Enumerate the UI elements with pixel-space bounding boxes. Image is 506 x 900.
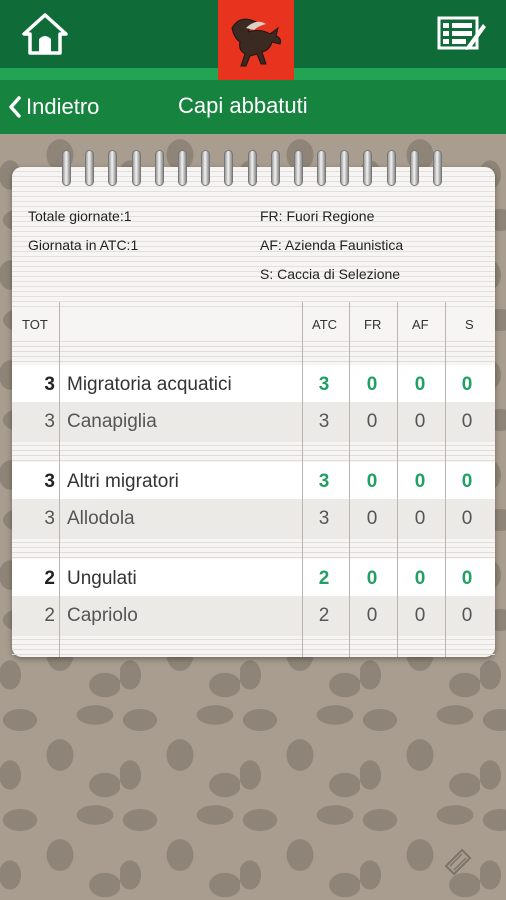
- header-fr: FR: [364, 317, 382, 332]
- cell-af: 0: [414, 605, 426, 626]
- cell-tot: 3: [44, 508, 55, 529]
- spacer-row: [12, 538, 495, 559]
- region-logo: [218, 0, 294, 80]
- cell-atc: 2: [318, 605, 330, 626]
- cell-name: Allodola: [67, 508, 135, 529]
- ring: [154, 150, 164, 186]
- cell-name: Ungulati: [67, 568, 137, 589]
- spacer-row: [12, 441, 495, 462]
- navigation-bar: Indietro Capi abbatuti: [0, 80, 506, 134]
- item-row[interactable]: 3 Allodola 3 0 0 0: [12, 499, 495, 539]
- cell-atc: 2: [318, 568, 330, 589]
- column-divider: [445, 302, 446, 657]
- ring: [177, 150, 187, 186]
- cell-tot: 2: [44, 605, 55, 626]
- legend-fr: FR: Fuori Regione: [260, 208, 375, 224]
- category-row[interactable]: 3 Altri migratori 3 0 0 0: [12, 462, 495, 502]
- column-divider: [349, 302, 350, 657]
- back-button[interactable]: Indietro: [8, 92, 99, 122]
- ring: [363, 150, 373, 186]
- cell-s: 0: [461, 471, 473, 492]
- ring: [317, 150, 327, 186]
- cell-fr: 0: [366, 411, 378, 432]
- legend-af: AF: Azienda Faunistica: [260, 237, 404, 253]
- cell-af: 0: [414, 508, 426, 529]
- cell-name: Altri migratori: [67, 471, 179, 492]
- item-row[interactable]: 2 Capriolo 2 0 0 0: [12, 596, 495, 636]
- notebook-rings: [62, 150, 442, 190]
- cell-s: 0: [461, 568, 473, 589]
- checklist-icon: [437, 16, 486, 50]
- ring: [340, 150, 350, 186]
- header-s: S: [465, 317, 474, 332]
- cell-tot: 2: [44, 568, 55, 589]
- ring: [409, 150, 419, 186]
- spacer-row: [12, 337, 495, 364]
- cell-s: 0: [461, 508, 473, 529]
- cell-af: 0: [414, 374, 426, 395]
- cell-af: 0: [414, 471, 426, 492]
- cell-s: 0: [461, 374, 473, 395]
- header-atc: ATC: [312, 317, 338, 332]
- ring: [224, 150, 234, 186]
- cell-af: 0: [414, 568, 426, 589]
- column-divider: [59, 302, 60, 657]
- cell-af: 0: [414, 411, 426, 432]
- ring: [433, 150, 442, 186]
- ring: [62, 150, 71, 186]
- ring: [131, 150, 141, 186]
- cell-s: 0: [461, 411, 473, 432]
- cell-fr: 0: [366, 605, 378, 626]
- spacer-row: [12, 635, 495, 655]
- cell-fr: 0: [366, 471, 378, 492]
- ring: [85, 150, 95, 186]
- legend-s: S: Caccia di Selezione: [260, 266, 401, 282]
- header-af: AF: [412, 317, 429, 332]
- chevron-left-icon: [9, 96, 21, 118]
- cell-tot: 3: [44, 471, 55, 492]
- ring: [386, 150, 396, 186]
- ring: [270, 150, 280, 186]
- category-row[interactable]: 2 Ungulati 2 0 0 0: [12, 559, 495, 599]
- cell-atc: 3: [318, 508, 330, 529]
- ring: [293, 150, 303, 186]
- column-divider: [302, 302, 303, 657]
- cell-tot: 3: [44, 374, 55, 395]
- home-icon: [22, 13, 68, 55]
- cell-atc: 3: [318, 411, 330, 432]
- cell-s: 0: [461, 605, 473, 626]
- category-row[interactable]: 3 Migratoria acquatici 3 0 0 0: [12, 365, 495, 405]
- watermark-icon: [444, 848, 472, 876]
- cell-name: Migratoria acquatici: [67, 374, 232, 395]
- home-button[interactable]: [20, 11, 70, 57]
- cell-fr: 0: [366, 568, 378, 589]
- atc-days-label: Giornata in ATC:1: [28, 237, 139, 253]
- cell-tot: 3: [44, 411, 55, 432]
- cell-atc: 3: [318, 374, 330, 395]
- cell-name: Capriolo: [67, 605, 138, 626]
- column-divider: [397, 302, 398, 657]
- header-tot: TOT: [22, 317, 48, 332]
- ring: [247, 150, 257, 186]
- cell-atc: 3: [318, 471, 330, 492]
- cell-fr: 0: [366, 508, 378, 529]
- cell-name: Canapiglia: [67, 411, 157, 432]
- ring: [201, 150, 211, 186]
- checklist-button[interactable]: [436, 12, 488, 56]
- total-days-label: Totale giornate:1: [28, 208, 132, 224]
- back-label: Indietro: [26, 94, 100, 119]
- cell-fr: 0: [366, 374, 378, 395]
- pegasus-icon: [231, 18, 281, 67]
- page-title: Capi abbatuti: [178, 93, 308, 118]
- item-row[interactable]: 3 Canapiglia 3 0 0 0: [12, 402, 495, 442]
- ring: [108, 150, 118, 186]
